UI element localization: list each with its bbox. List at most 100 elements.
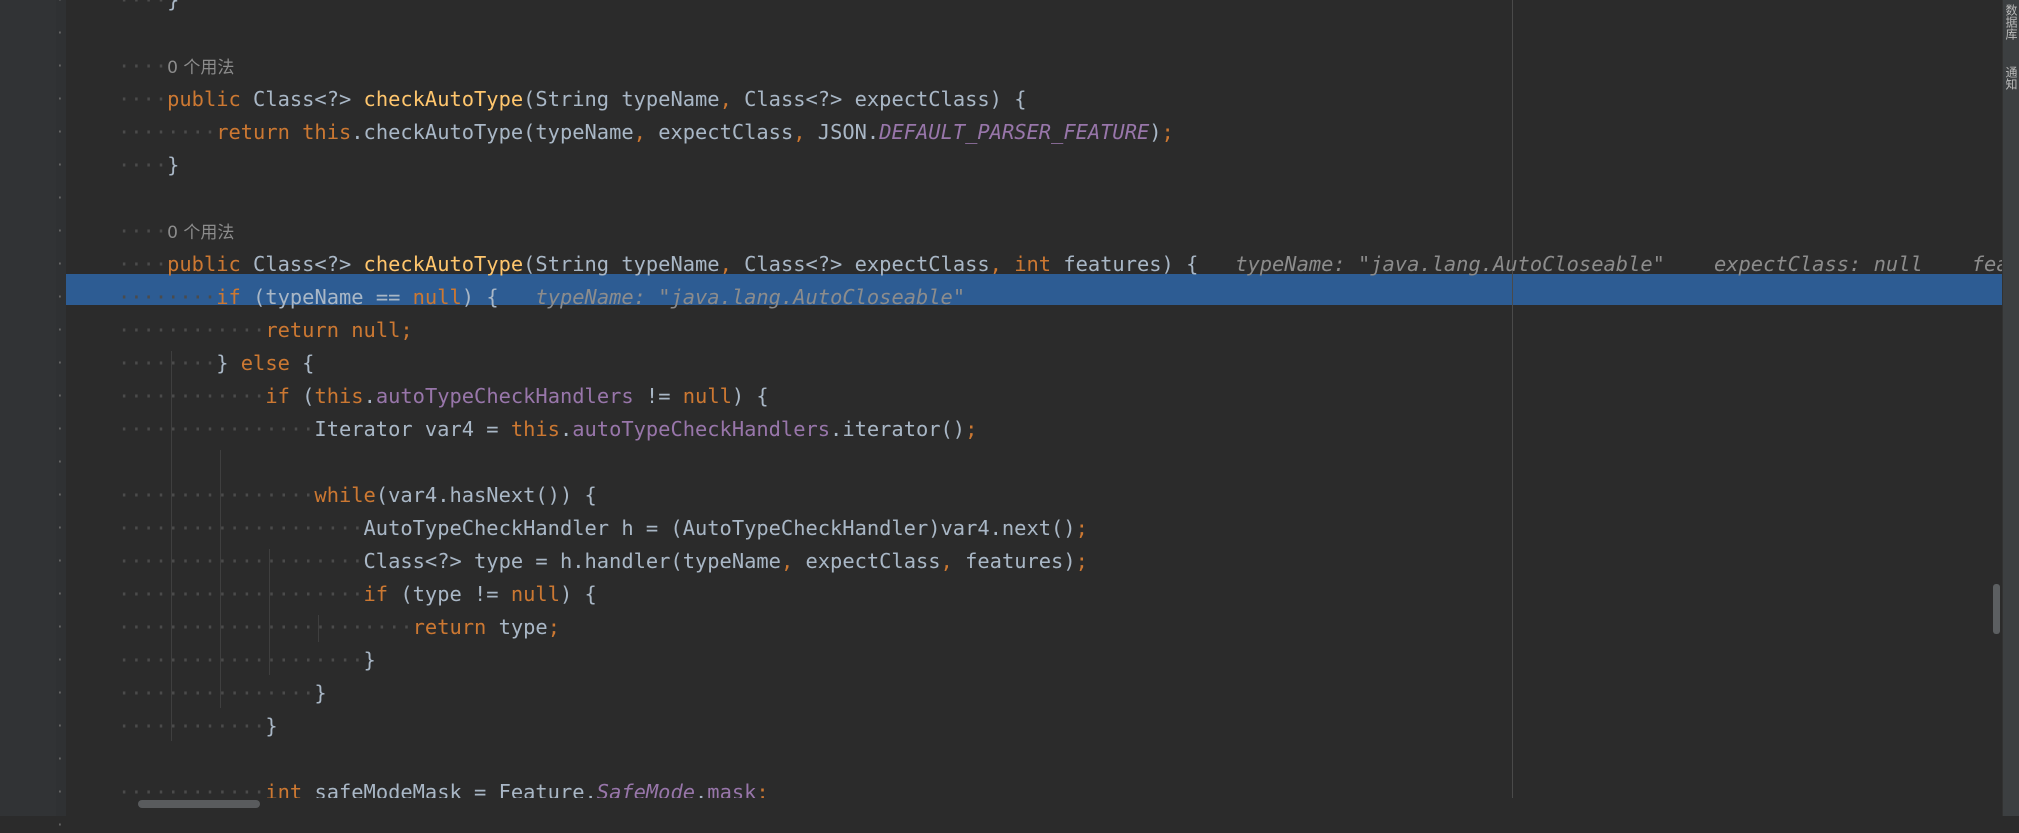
horizontal-scrollbar[interactable] xyxy=(132,798,2002,816)
code-token: ; xyxy=(1075,549,1088,573)
indent-whitespace: ························ xyxy=(118,615,413,639)
gutter-mark: · xyxy=(56,422,64,437)
gutter-mark: · xyxy=(56,752,64,767)
code-token: this xyxy=(510,417,560,441)
code-line[interactable]: ····public Class<?> checkAutoType(String… xyxy=(118,83,2002,116)
code-token: type xyxy=(498,615,548,639)
vertical-scrollbar-thumb[interactable] xyxy=(1993,584,2000,634)
right-tool-panel: 数据库 通知 xyxy=(2002,0,2019,816)
usage-hint[interactable]: 0 个用法 xyxy=(167,223,234,243)
inline-debug-value: typeName: "java.lang.AutoCloseable" expe… xyxy=(1235,252,2002,276)
code-line[interactable]: ····················} xyxy=(118,644,2002,677)
code-token: . xyxy=(363,384,376,408)
code-token: (String typeName xyxy=(523,87,720,111)
code-token: null xyxy=(682,384,732,408)
code-line[interactable]: ····················AutoTypeCheckHandler… xyxy=(118,512,2002,545)
code-line[interactable]: ················Iterator var4 = this.aut… xyxy=(118,413,2002,446)
code-line[interactable]: ····················if (type != null) { xyxy=(118,578,2002,611)
code-token: , xyxy=(719,252,745,276)
indent-guide xyxy=(318,615,319,642)
code-line[interactable]: ························return type; xyxy=(118,611,2002,644)
code-line[interactable]: ····} xyxy=(118,149,2002,182)
code-token: (String typeName xyxy=(523,252,720,276)
code-token: , xyxy=(633,120,659,144)
indent-whitespace: ···· xyxy=(118,153,168,177)
code-token: Iterator var4 = xyxy=(314,417,511,441)
code-token: public xyxy=(167,252,254,276)
code-line[interactable]: ····················Class<?> type = h.ha… xyxy=(118,545,2002,578)
code-token: ; xyxy=(965,417,978,441)
tool-tab-notifications[interactable]: 通知 xyxy=(2003,66,2019,90)
code-line[interactable]: ········} else { xyxy=(118,347,2002,380)
code-token: } xyxy=(314,681,327,705)
code-token: } xyxy=(363,648,376,672)
code-token: ) { xyxy=(461,285,499,309)
code-token: ; xyxy=(1161,120,1174,144)
code-token: , xyxy=(940,549,966,573)
code-token: if xyxy=(216,285,254,309)
code-token: AutoTypeCheckHandler h = (AutoTypeCheckH… xyxy=(363,516,1076,540)
code-line[interactable]: ····0 个用法 xyxy=(118,50,2002,83)
gutter-mark: · xyxy=(56,26,64,41)
indent-whitespace: ···· xyxy=(118,87,168,111)
gutter-mark: · xyxy=(56,521,64,536)
code-line[interactable]: ····public Class<?> checkAutoType(String… xyxy=(118,248,2002,281)
code-line[interactable]: ············if (this.autoTypeCheckHandle… xyxy=(118,380,2002,413)
code-token: expectClass xyxy=(805,549,941,573)
code-line[interactable]: ····} xyxy=(118,0,2002,17)
gutter-mark: · xyxy=(56,0,64,8)
code-editor[interactable]: ····} ····0 个用法 ····public Class<?> checkA… xyxy=(66,0,2002,816)
gutter-mark: · xyxy=(56,290,64,305)
gutter-mark: · xyxy=(56,686,64,701)
gutter-mark: · xyxy=(56,620,64,635)
indent-guide xyxy=(220,450,221,708)
indent-whitespace: ········ xyxy=(118,351,217,375)
gutter-mark: · xyxy=(56,785,64,800)
code-token: Class<?> expectClass) { xyxy=(744,87,1027,111)
code-line[interactable] xyxy=(118,446,2002,479)
gutter-mark: · xyxy=(56,653,64,668)
indent-whitespace: ···· xyxy=(118,219,168,243)
code-token: ( xyxy=(302,384,315,408)
code-token: this xyxy=(314,384,364,408)
code-line[interactable]: ················while(var4.hasNext()) { xyxy=(118,479,2002,512)
code-line[interactable] xyxy=(118,743,2002,776)
indent-whitespace: ···················· xyxy=(118,516,364,540)
tool-tab-database[interactable]: 数据库 xyxy=(2003,4,2019,40)
code-line[interactable] xyxy=(118,182,2002,215)
code-token: Class<?> xyxy=(253,252,364,276)
code-token: null xyxy=(412,285,462,309)
code-line[interactable]: ········return this.checkAutoType(typeNa… xyxy=(118,116,2002,149)
code-token: .checkAutoType(typeName xyxy=(351,120,634,144)
code-token: return xyxy=(412,615,499,639)
code-line[interactable]: ················} xyxy=(118,677,2002,710)
gutter-mark: · xyxy=(56,818,64,833)
code-line[interactable] xyxy=(118,17,2002,50)
fold-gutter: · · · · · · · · · · · · · · · · · · · · · · · · · · xyxy=(56,0,66,832)
gutter-mark: · xyxy=(56,488,64,503)
usage-hint[interactable]: 0 个用法 xyxy=(167,58,234,78)
code-token: checkAutoType xyxy=(363,252,524,276)
indent-whitespace: ···················· xyxy=(118,549,364,573)
code-token: ) xyxy=(1149,120,1162,144)
code-line[interactable]: ········if (typeName == null) { typeName… xyxy=(118,281,2002,314)
code-token: } xyxy=(265,714,278,738)
code-token: Class<?> type = h.handler(typeName xyxy=(363,549,781,573)
code-token: if xyxy=(363,582,401,606)
code-line[interactable]: ····0 个用法 xyxy=(118,215,2002,248)
code-line[interactable]: ············return null; xyxy=(118,314,2002,347)
code-token: JSON. xyxy=(817,120,880,144)
horizontal-scrollbar-thumb[interactable] xyxy=(138,800,260,808)
indent-whitespace: ················ xyxy=(118,483,315,507)
code-token: expectClass xyxy=(658,120,794,144)
code-line[interactable]: ············} xyxy=(118,710,2002,743)
code-token: Class<?> xyxy=(253,87,364,111)
gutter-mark: · xyxy=(56,92,64,107)
code-token: } xyxy=(216,351,241,375)
gutter-mark: · xyxy=(56,125,64,140)
line-number-gutter xyxy=(0,0,56,816)
code-token: , xyxy=(989,252,1015,276)
indent-whitespace: ···· xyxy=(118,252,168,276)
indent-whitespace: ············ xyxy=(118,318,266,342)
code-token: null xyxy=(510,582,560,606)
